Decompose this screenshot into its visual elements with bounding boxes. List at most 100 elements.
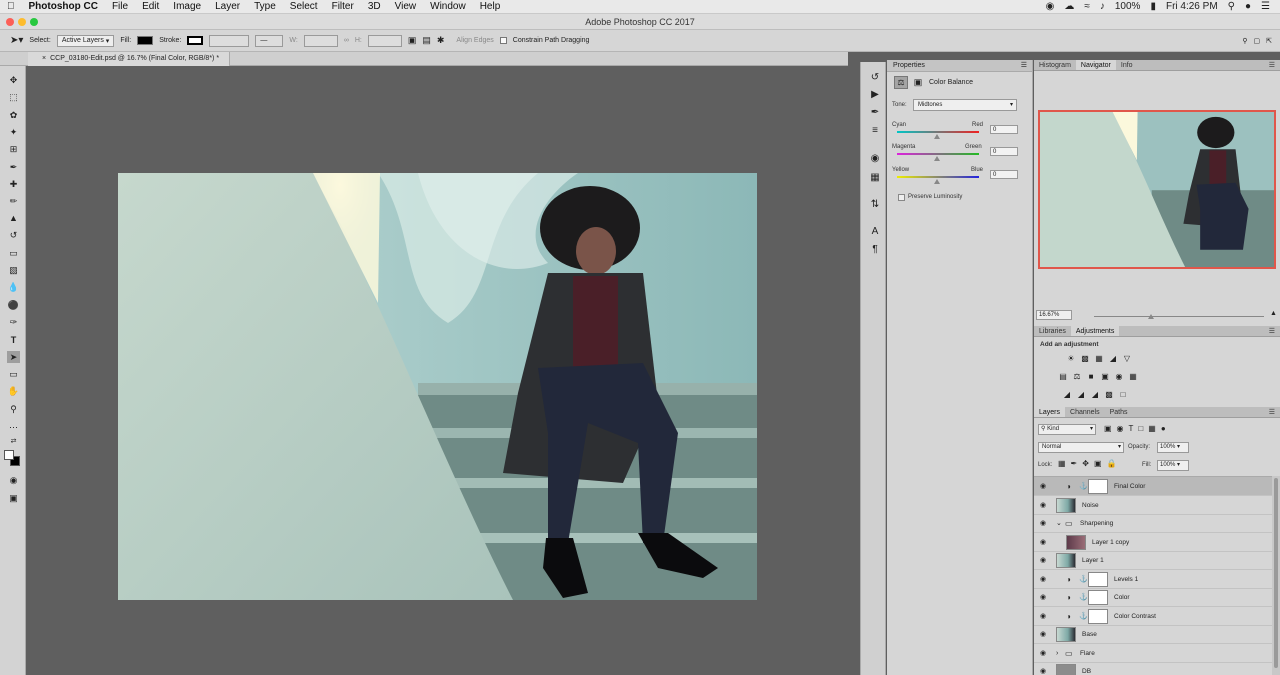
fill-swatch[interactable] [137, 36, 154, 45]
tone-dropdown[interactable]: Midtones ▾ [913, 99, 1017, 111]
rectangle-tool-icon[interactable]: ▭ [7, 368, 20, 380]
navigator-menu-icon[interactable]: ☰ [1264, 60, 1280, 70]
apple-icon[interactable]:  [0, 1, 22, 12]
menu-file[interactable]: File [105, 1, 135, 12]
panel-menu-icon[interactable]: ☰ [1021, 60, 1032, 72]
fill-field[interactable]: 100% ▾ [1157, 460, 1189, 471]
zoom-in-icon[interactable]: ▲ [1270, 310, 1277, 317]
hue-saturation-icon[interactable]: ▤ [1058, 372, 1068, 381]
share-icon[interactable]: ⇱ [1266, 37, 1272, 45]
stroke-width-field[interactable] [209, 34, 250, 47]
path-select-tool-icon[interactable]: ➤▾ [10, 35, 23, 46]
menu-window[interactable]: Window [423, 1, 473, 12]
healing-brush-tool-icon[interactable]: ✚ [7, 178, 20, 190]
record-icon[interactable]: ◉ [1046, 1, 1055, 12]
paragraph-panel-icon[interactable]: ¶ [869, 244, 881, 256]
path-selection-tool-icon[interactable]: ➤ [7, 351, 20, 363]
quick-mask-icon[interactable]: ◉ [7, 474, 20, 486]
tab-paths[interactable]: Paths [1105, 407, 1133, 417]
tab-libraries[interactable]: Libraries [1034, 326, 1071, 336]
layer-filter-dropdown[interactable]: ⚲ Kind ▾ [1038, 424, 1096, 435]
layer-row[interactable]: ◉ Base [1034, 625, 1274, 644]
layer-row[interactable]: ◉ Layer 1 [1034, 551, 1274, 570]
visibility-eye-icon[interactable]: ◉ [1040, 477, 1046, 496]
layer-row[interactable]: ◉ ◑ ⚓ Color [1034, 588, 1274, 607]
visibility-eye-icon[interactable]: ◉ [1040, 607, 1046, 626]
screen-mode-icon[interactable]: ▣ [7, 492, 20, 504]
search-icon[interactable]: ⚲ [1242, 37, 1247, 45]
magenta-green-slider[interactable] [897, 153, 979, 155]
user-icon[interactable]: ● [1245, 1, 1251, 12]
layer-row[interactable]: ◉ Layer 1 copy [1034, 533, 1274, 552]
magenta-green-value[interactable]: 0 [990, 147, 1018, 156]
visibility-eye-icon[interactable]: ◉ [1040, 662, 1046, 675]
lasso-tool-icon[interactable]: ✿ [7, 109, 20, 121]
layer-comps-panel-icon[interactable]: ⇅ [869, 199, 881, 211]
layer-row[interactable]: ◉ ◑ ⚓ Color Contrast [1034, 607, 1274, 626]
brightness-contrast-icon[interactable]: ☀ [1066, 354, 1076, 363]
clock[interactable]: Fri 4:26 PM [1166, 1, 1218, 12]
lock-icons[interactable]: ▦✒✥▣🔒 [1058, 459, 1121, 468]
layers-scroll-thumb[interactable] [1274, 478, 1278, 668]
magic-wand-tool-icon[interactable]: ✦ [7, 126, 20, 138]
layer-row[interactable]: ◉ ◑ ⚓ Levels 1 [1034, 570, 1274, 589]
layer-row[interactable]: ◉ ◑ ⚓ Final Color [1034, 477, 1274, 496]
path-arrange-icon[interactable]: ✱ [437, 35, 445, 46]
layer-mask-thumbnail[interactable] [1088, 590, 1108, 605]
minimize-window-icon[interactable] [18, 18, 26, 26]
menu-app-name[interactable]: Photoshop CC [22, 1, 105, 12]
battery-icon[interactable]: ▮ [1150, 1, 1156, 12]
link-icon[interactable]: ∞ [344, 37, 349, 44]
more-tools-icon[interactable]: ⋯ [7, 421, 20, 433]
width-field[interactable] [303, 34, 338, 47]
zoom-slider-handle[interactable] [1148, 314, 1154, 319]
link-chain-icon[interactable]: ⚓ [1079, 588, 1088, 607]
eraser-tool-icon[interactable]: ▭ [7, 247, 20, 259]
magenta-green-slider-handle[interactable] [934, 156, 940, 161]
posterize-icon[interactable]: ◢ [1076, 390, 1086, 399]
exposure-icon[interactable]: ◢ [1108, 354, 1118, 363]
invert-icon[interactable]: ◢ [1062, 390, 1072, 399]
constrain-checkbox[interactable] [499, 37, 507, 44]
layers-scrollbar[interactable] [1272, 476, 1280, 675]
tab-info[interactable]: Info [1116, 60, 1138, 70]
brush-settings-panel-icon[interactable]: ✒ [869, 107, 881, 119]
tab-navigator[interactable]: Navigator [1075, 60, 1116, 70]
photo-filter-icon[interactable]: ▣ [1100, 372, 1110, 381]
path-align-icon[interactable]: ▤ [422, 35, 431, 46]
zoom-window-icon[interactable] [30, 18, 38, 26]
visibility-eye-icon[interactable]: ◉ [1040, 514, 1046, 533]
close-window-icon[interactable] [6, 18, 14, 26]
layers-menu-icon[interactable]: ☰ [1264, 407, 1280, 417]
document-image[interactable] [118, 173, 757, 600]
actions-panel-icon[interactable]: ▶ [869, 89, 881, 101]
layer-mask-icon[interactable]: ▣ [911, 76, 925, 89]
navigator-preview[interactable] [1038, 110, 1276, 269]
character-panel-icon[interactable]: A [869, 226, 881, 238]
type-tool-icon[interactable]: T [7, 334, 20, 346]
tab-histogram[interactable]: Histogram [1034, 60, 1076, 70]
list-icon[interactable]: ☰ [1261, 1, 1270, 12]
link-chain-icon[interactable]: ⚓ [1079, 477, 1088, 496]
cyan-red-value[interactable]: 0 [990, 125, 1018, 134]
channel-mixer-icon[interactable]: ◉ [1114, 372, 1124, 381]
menu-select[interactable]: Select [283, 1, 325, 12]
height-field[interactable] [367, 34, 402, 47]
pen-tool-icon[interactable]: ✑ [7, 316, 20, 328]
layer-mask-thumbnail[interactable] [1088, 608, 1108, 624]
path-ops-icon[interactable]: ▣ [408, 35, 417, 46]
visibility-eye-icon[interactable]: ◉ [1040, 570, 1046, 589]
clone-stamp-tool-icon[interactable]: ▲ [7, 212, 20, 224]
blur-tool-icon[interactable]: 💧 [7, 281, 20, 293]
layer-row[interactable]: ◉ DB [1034, 662, 1274, 675]
layer-mask-thumbnail[interactable] [1088, 571, 1108, 587]
curves-icon[interactable]: ▦ [1094, 354, 1104, 363]
menu-type[interactable]: Type [247, 1, 283, 12]
blend-mode-dropdown[interactable]: Normal ▾ [1038, 442, 1124, 453]
volume-icon[interactable]: ♪ [1100, 1, 1105, 12]
layer-row[interactable]: ◉ › ▭ Flare [1034, 644, 1274, 663]
chevron-right-icon[interactable]: › [1056, 644, 1058, 663]
hand-tool-icon[interactable]: ✋ [7, 385, 20, 397]
cyan-red-slider-handle[interactable] [934, 134, 940, 139]
move-tool-icon[interactable]: ✥ [7, 74, 20, 86]
